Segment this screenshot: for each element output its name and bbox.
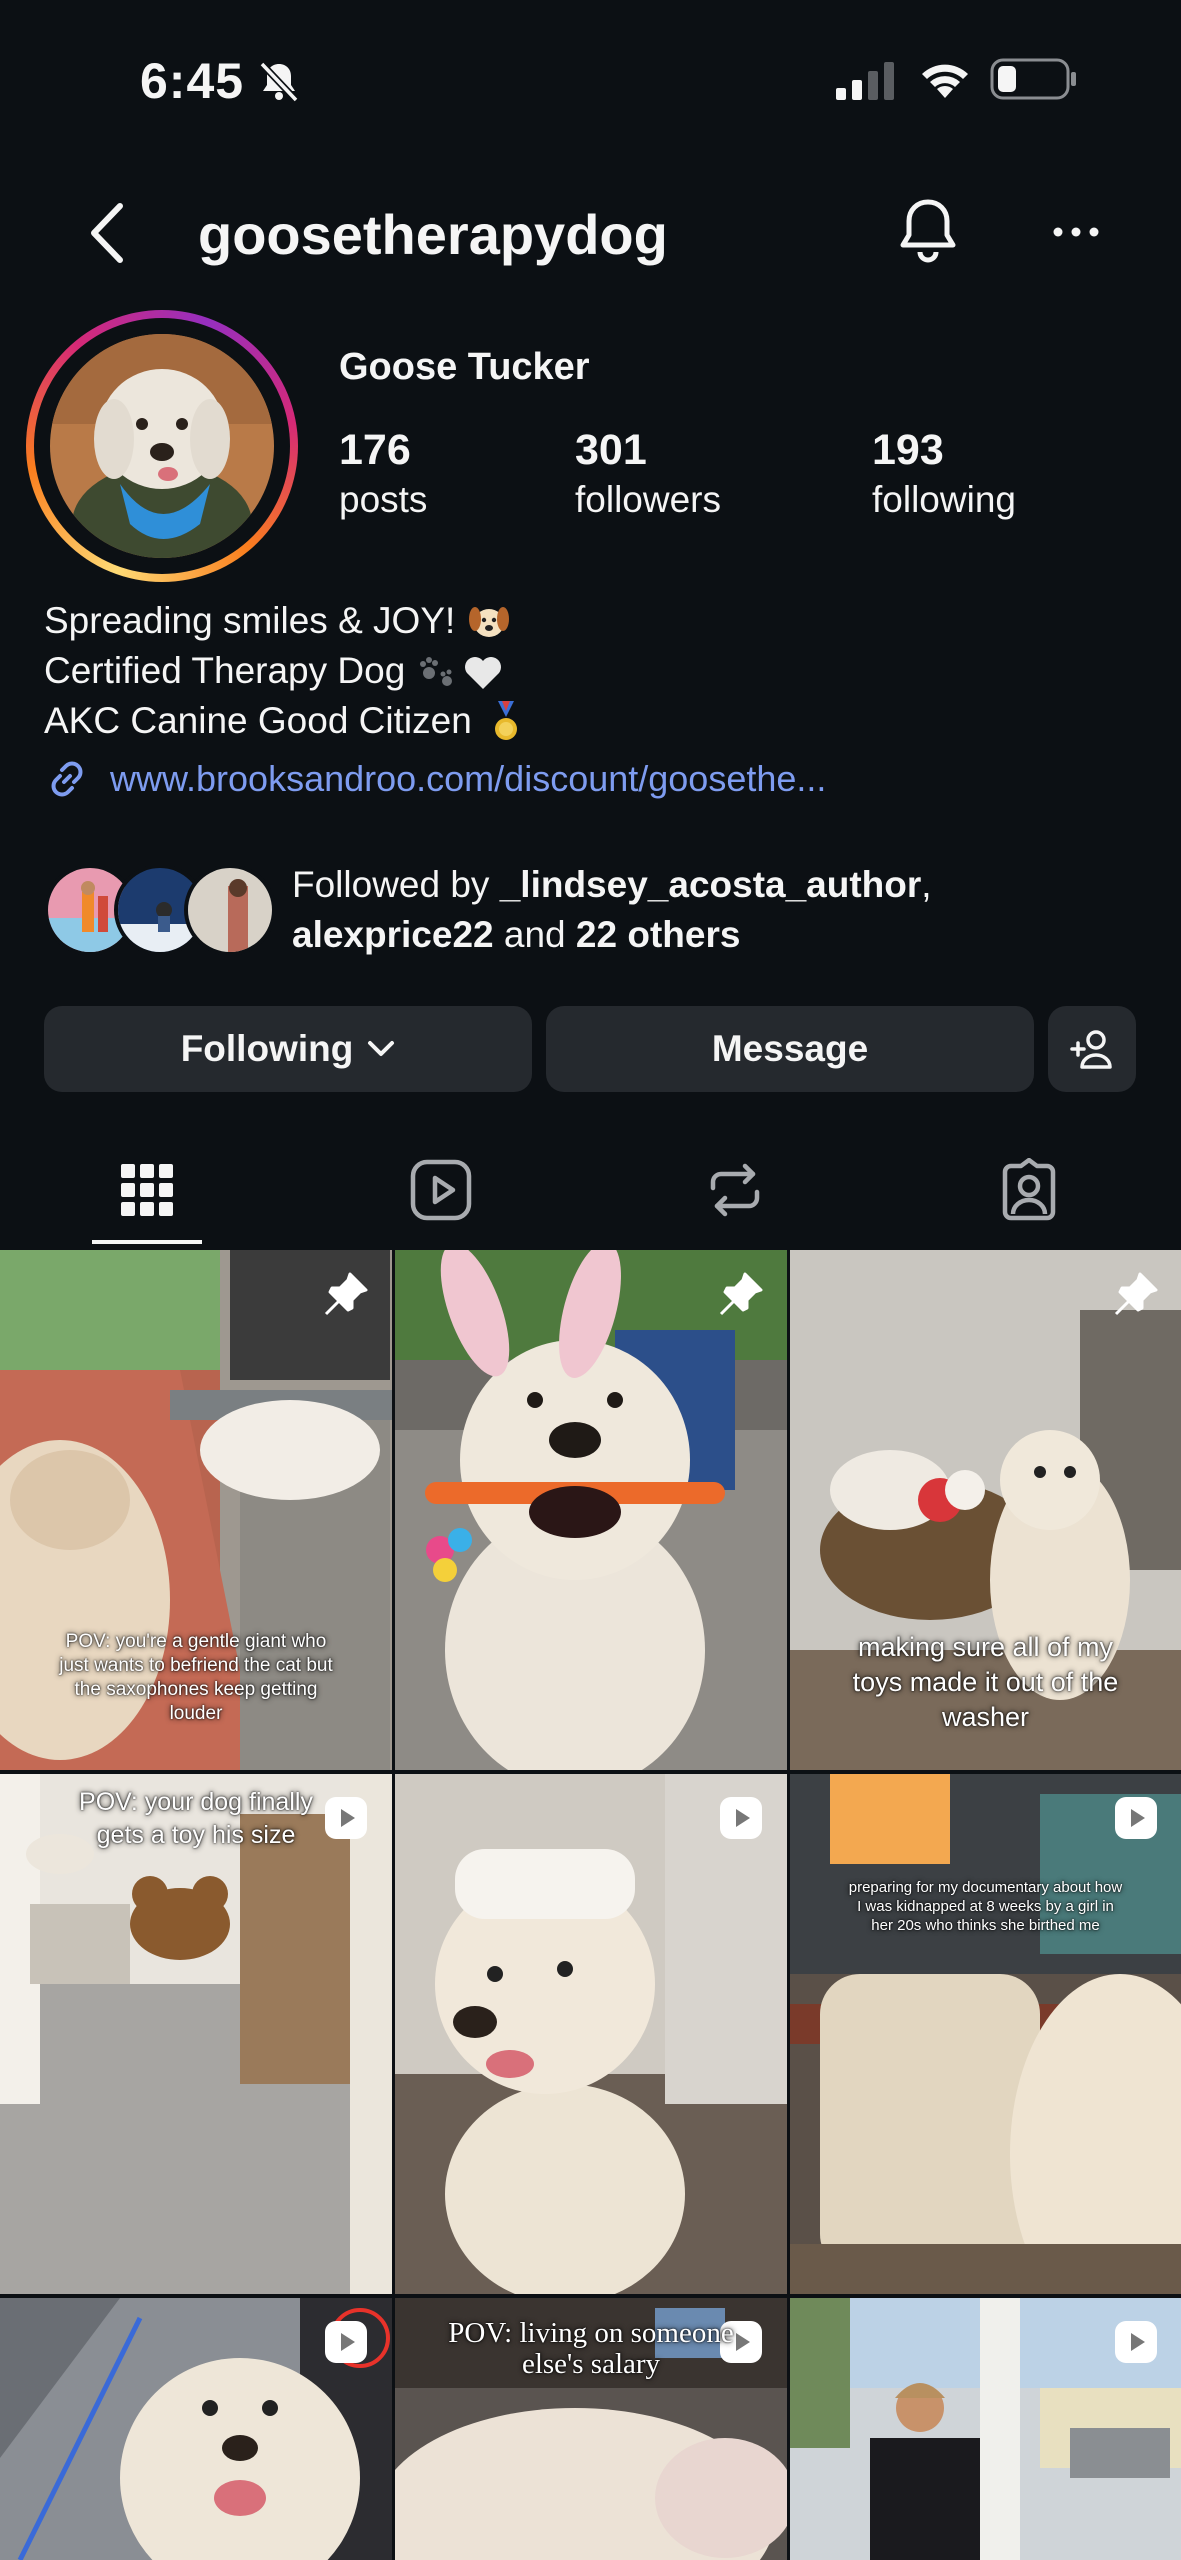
stat-posts[interactable]: 176 posts (339, 424, 427, 524)
tab-tagged[interactable] (882, 1130, 1176, 1250)
post-caption: making sure all of my toys made it out o… (852, 1632, 1119, 1732)
battery-icon (990, 58, 1076, 100)
profile-username: goosetherapydog (198, 203, 668, 266)
tab-reels[interactable] (294, 1130, 588, 1250)
mutual-avatars (44, 864, 276, 956)
reel-icon (1115, 1797, 1157, 1839)
post-image (790, 1774, 1181, 2294)
post-caption: preparing for my documentary about how I… (848, 1879, 1123, 1934)
reel-icon (1115, 2321, 1157, 2363)
post-caption: POV: living on someone else's salary (448, 2317, 734, 2380)
followed-user-1[interactable]: _lindsey_acosta_author (500, 864, 922, 905)
profile-tabs (0, 1130, 1181, 1250)
pin-icon (1114, 1272, 1158, 1316)
post-tile[interactable]: POV: you're a gentle giant who just want… (0, 1250, 392, 1770)
profile-header: goosetherapydog (0, 180, 1181, 290)
avatar-photo (50, 334, 274, 558)
bio-text-1: Spreading smiles & JOY! (44, 600, 456, 641)
message-button[interactable]: Message (546, 1006, 1034, 1092)
tab-reposts[interactable] (588, 1130, 882, 1250)
following-button-label: Following (180, 1028, 354, 1069)
tagged-icon (1002, 1158, 1056, 1221)
repost-icon (710, 1163, 760, 1217)
dog-face-emoji (469, 607, 510, 637)
post-image (0, 1774, 392, 2294)
post-tile[interactable] (395, 1774, 787, 2294)
followed-mid: and (493, 914, 576, 955)
stat-followers[interactable]: 301 followers (575, 424, 721, 524)
post-caption: POV: you're a gentle giant who just want… (59, 1631, 333, 1724)
stat-following-count: 193 (872, 426, 944, 474)
message-button-label: Message (711, 1028, 869, 1069)
bio-text-3: AKC Canine Good Citizen (44, 700, 472, 741)
post-image (395, 1774, 787, 2294)
bell-icon[interactable] (896, 196, 960, 268)
followed-prefix: Followed by (292, 864, 500, 905)
profile-display-name: Goose Tucker (339, 346, 590, 388)
profile-link-text[interactable]: www.brooksandroo.com/discount/goosethe..… (110, 758, 826, 800)
add-person-button[interactable] (1048, 1006, 1136, 1092)
chevron-down-icon (368, 1041, 395, 1056)
bell-slash-icon (259, 61, 299, 103)
reel-icon (720, 1797, 762, 1839)
post-caption: POV: your dog finally gets a toy his siz… (79, 1788, 313, 1849)
post-tile[interactable]: making sure all of my toys made it out o… (790, 1250, 1181, 1770)
medal-emoji (494, 701, 517, 740)
post-tile[interactable]: POV: your dog finally gets a toy his siz… (0, 1774, 392, 2294)
profile-avatar[interactable] (26, 310, 298, 582)
add-person-icon (1070, 1030, 1112, 1069)
stat-followers-count: 301 (575, 426, 647, 474)
stat-following-label: following (872, 479, 1016, 520)
signal-icon (836, 62, 894, 100)
grid-icon (121, 1164, 173, 1216)
stat-following[interactable]: 193 following (872, 424, 1016, 524)
status-time: 6:45 (140, 53, 245, 109)
pin-icon (324, 1272, 368, 1316)
reels-icon (410, 1159, 472, 1221)
link-icon (51, 761, 83, 797)
wifi-icon (922, 64, 968, 98)
more-icon[interactable] (1050, 210, 1102, 254)
post-tile[interactable] (395, 1250, 787, 1770)
post-tile[interactable]: preparing for my documentary about how I… (790, 1774, 1181, 2294)
chevron-left-icon[interactable] (78, 198, 138, 268)
profile-bio: Spreading smiles & JOY! Certified Therap… (44, 596, 528, 746)
followed-by[interactable]: Followed by _lindsey_acosta_author, alex… (44, 860, 1144, 960)
post-tile[interactable] (0, 2298, 392, 2560)
tab-grid[interactable] (0, 1130, 294, 1250)
stat-followers-label: followers (575, 479, 721, 520)
active-tab-indicator (92, 1240, 202, 1244)
followed-by-text: Followed by _lindsey_acosta_author, alex… (292, 860, 932, 960)
post-image (395, 1250, 787, 1770)
profile-link[interactable]: www.brooksandroo.com/discount/goosethe..… (44, 756, 826, 802)
followed-others[interactable]: 22 others (576, 914, 741, 955)
bio-line-2: Certified Therapy Dog (44, 646, 528, 696)
bio-line-3: AKC Canine Good Citizen (44, 696, 528, 746)
pin-icon (719, 1272, 763, 1316)
mutual-avatar (184, 864, 276, 956)
post-tile[interactable]: POV: living on someone else's salary (395, 2298, 787, 2560)
status-bar: 6:45 (0, 0, 1181, 150)
following-button[interactable]: Following (44, 1006, 532, 1092)
reel-icon (325, 2321, 367, 2363)
stat-posts-label: posts (339, 479, 428, 520)
post-grid: POV: you're a gentle giant who just want… (0, 1250, 1181, 2560)
post-tile[interactable] (790, 2298, 1181, 2560)
avatar-ring-gap (34, 318, 290, 574)
bio-line-1: Spreading smiles & JOY! (44, 596, 528, 646)
followed-sep: , (921, 864, 932, 905)
stat-posts-count: 176 (339, 426, 411, 474)
followed-user-2[interactable]: alexprice22 (292, 914, 494, 955)
paws-heart-emoji (420, 657, 502, 689)
bio-text-2: Certified Therapy Dog (44, 650, 406, 691)
profile-screen: 6:45 goosetherapydog Goose Tucker 176 po… (0, 0, 1181, 2560)
